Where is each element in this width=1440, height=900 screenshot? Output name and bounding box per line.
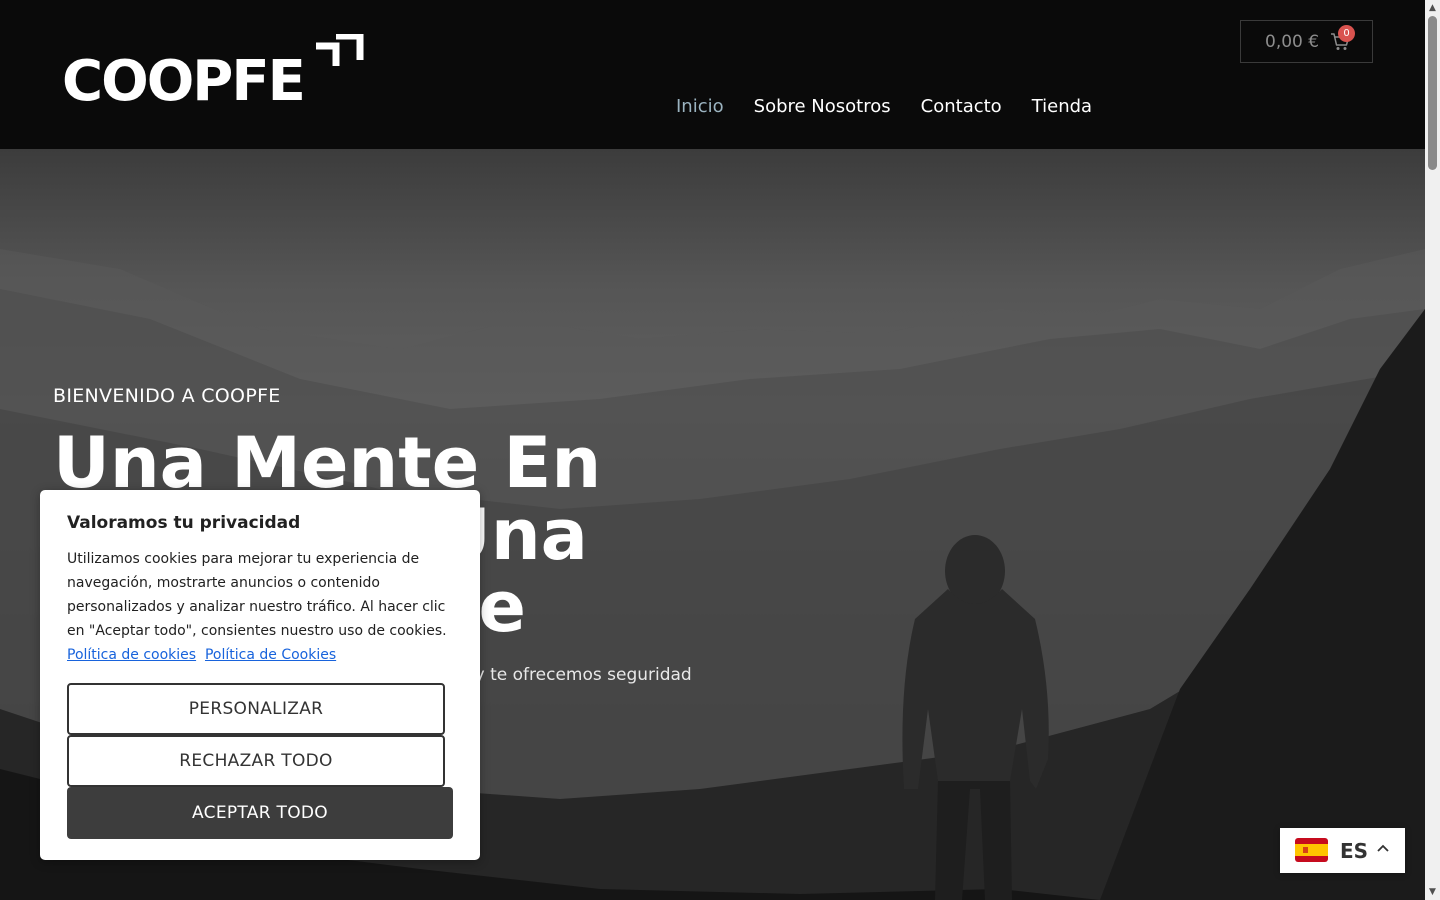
logo-arrow-icon — [316, 34, 364, 66]
page-scrollbar[interactable]: ▲ ▼ — [1425, 0, 1440, 900]
scrollbar-thumb[interactable] — [1428, 16, 1437, 170]
cart-count-badge: 0 — [1338, 25, 1355, 42]
chevron-up-icon — [1377, 844, 1389, 852]
hero-kicker: BIENVENIDO A COOPFE — [53, 385, 281, 407]
cart-button[interactable]: 0,00 € — [1240, 20, 1373, 63]
language-code: ES — [1340, 839, 1369, 863]
site-header: COOPFE Inicio Sobre Nosotros Contacto Ti… — [0, 0, 1425, 149]
cookie-consent-banner: Valoramos tu privacidad Utilizamos cooki… — [40, 490, 480, 860]
cookie-text: Utilizamos cookies para mejorar tu exper… — [67, 551, 447, 639]
nav-item-contacto[interactable]: Contacto — [921, 94, 1002, 120]
customize-button[interactable]: PERSONALIZAR — [67, 683, 445, 735]
cookie-title: Valoramos tu privacidad — [67, 513, 301, 533]
site-logo[interactable]: COOPFE — [62, 34, 364, 112]
cookie-policy-link-2[interactable]: Política de Cookies — [205, 647, 336, 663]
cookie-policy-link[interactable]: Política de cookies — [67, 647, 196, 663]
logo-text: COOPFE — [62, 49, 306, 114]
scroll-down-arrow-icon[interactable]: ▼ — [1425, 886, 1440, 898]
language-switcher[interactable]: ES — [1280, 828, 1405, 873]
nav-item-sobre-nosotros[interactable]: Sobre Nosotros — [754, 94, 891, 120]
cart-amount: 0,00 € — [1265, 31, 1320, 52]
spain-flag-icon — [1295, 838, 1328, 862]
nav-item-tienda[interactable]: Tienda — [1032, 94, 1092, 120]
main-nav: Inicio Sobre Nosotros Contacto Tienda — [676, 94, 1092, 120]
accept-all-button[interactable]: ACEPTAR TODO — [67, 787, 453, 839]
reject-all-button[interactable]: RECHAZAR TODO — [67, 735, 445, 787]
cookie-description: Utilizamos cookies para mejorar tu exper… — [67, 547, 452, 667]
scroll-up-arrow-icon[interactable]: ▲ — [1425, 2, 1440, 14]
nav-item-inicio[interactable]: Inicio — [676, 94, 724, 120]
